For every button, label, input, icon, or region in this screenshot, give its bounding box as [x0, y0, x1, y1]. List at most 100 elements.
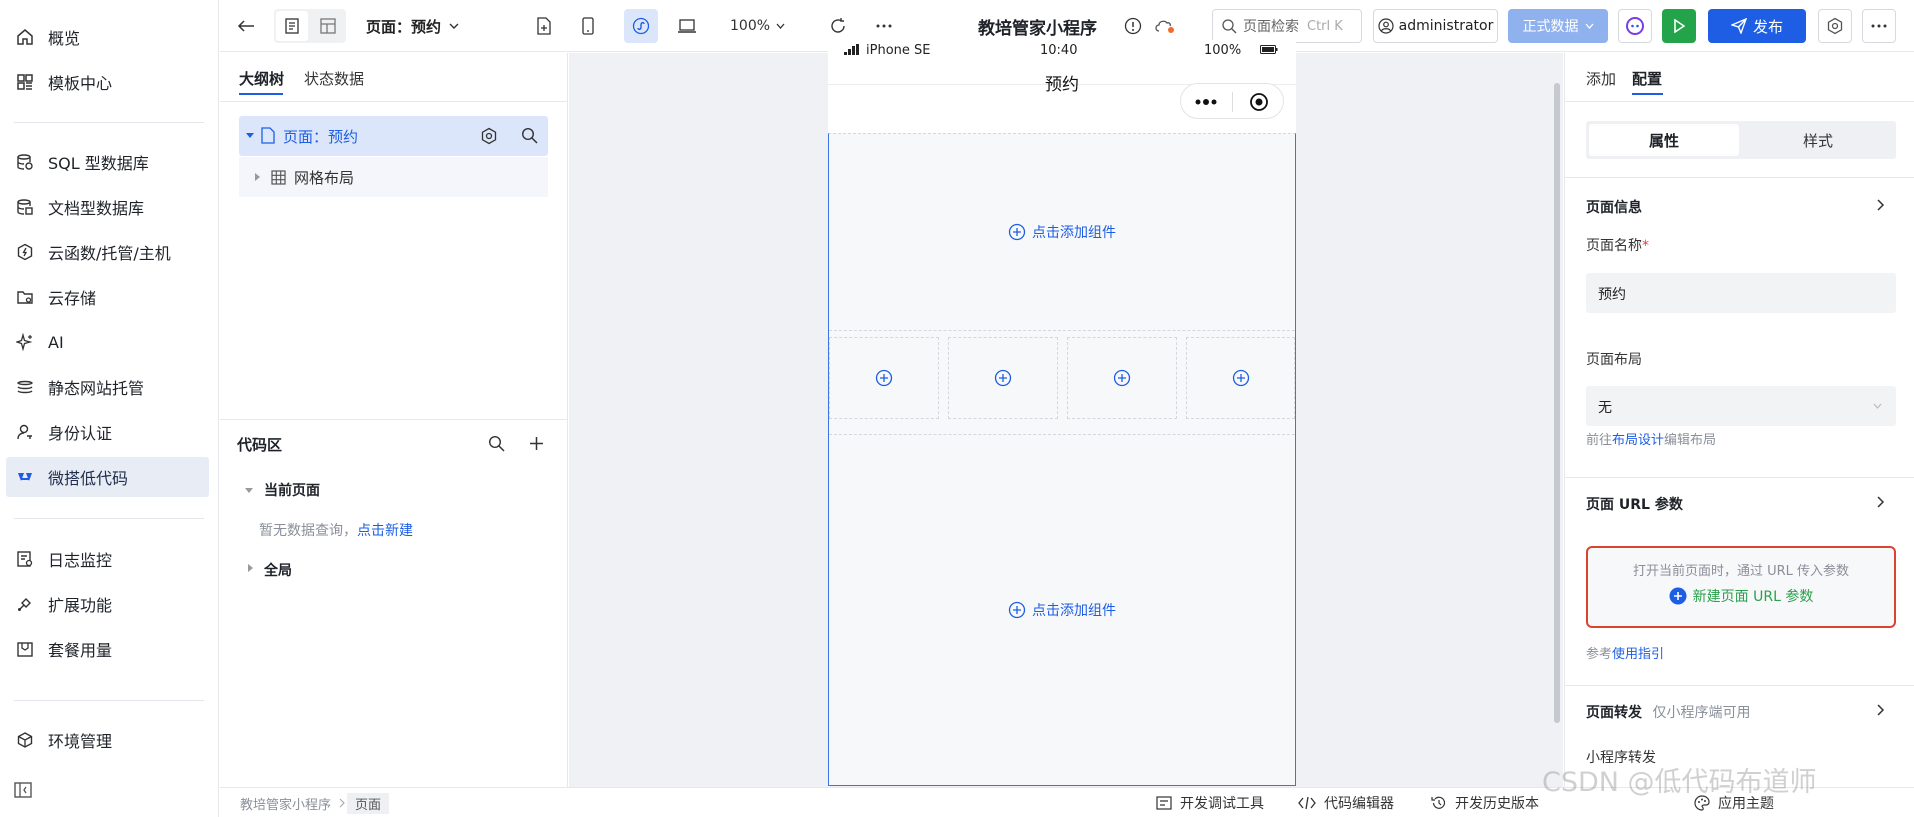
- grid-cell[interactable]: [1067, 337, 1177, 419]
- zoom-value: 100%: [730, 18, 771, 34]
- divider: [1232, 92, 1233, 112]
- page-name-label-text: 页面名称: [1586, 238, 1642, 254]
- history-button[interactable]: 开发历史版本: [1431, 793, 1539, 813]
- layout-view-icon[interactable]: [312, 11, 344, 41]
- tab-state-data[interactable]: 状态数据: [304, 68, 364, 89]
- code-editor-button[interactable]: 代码编辑器: [1298, 793, 1394, 813]
- add-icon[interactable]: [529, 436, 544, 451]
- page-select-label: 页面：预约: [366, 17, 442, 36]
- user-key-icon: [14, 421, 36, 443]
- caret-down-icon[interactable]: [245, 486, 253, 494]
- debug-console-icon: [1156, 796, 1172, 810]
- url-params-section[interactable]: 页面 URL 参数: [1586, 494, 1683, 514]
- mobile-device-icon[interactable]: [576, 14, 600, 38]
- sidebar-item-functions[interactable]: 云函数/托管/主机: [6, 232, 209, 272]
- page-select[interactable]: 页面：预约: [366, 14, 459, 38]
- layout-design-link[interactable]: 布局设计: [1612, 433, 1664, 448]
- tab-outline-tree[interactable]: 大纲树: [239, 68, 284, 89]
- sidebar-item-environment[interactable]: 环境管理: [6, 720, 209, 760]
- sidebar-item-sql-db[interactable]: SQL 型数据库: [6, 142, 209, 182]
- settings-icon[interactable]: [1818, 9, 1852, 43]
- chevron-right-icon[interactable]: [1877, 496, 1885, 508]
- zoom-select[interactable]: 100%: [730, 14, 785, 38]
- tab-add[interactable]: 添加: [1586, 68, 1616, 89]
- hexagon-icon: [14, 241, 36, 263]
- drop-zone-bottom[interactable]: 点击添加组件: [829, 435, 1295, 785]
- ai-assistant-icon[interactable]: [1618, 9, 1652, 43]
- sidebar-item-doc-db[interactable]: 文档型数据库: [6, 187, 209, 227]
- sidebar-item-ai[interactable]: AI: [6, 322, 209, 362]
- grid-cell[interactable]: [1186, 337, 1295, 419]
- tab-config[interactable]: 配置: [1632, 68, 1662, 89]
- capsule-menu[interactable]: [1180, 83, 1284, 119]
- caret-right-icon: [254, 173, 260, 181]
- current-page-section[interactable]: 当前页面: [264, 480, 320, 500]
- layout-hint: 前往布局设计编辑布局: [1586, 429, 1716, 448]
- settings-icon[interactable]: [480, 127, 498, 145]
- code-area-title: 代码区: [237, 436, 283, 454]
- sidebar-item-lowcode[interactable]: 微搭低代码: [6, 457, 209, 497]
- canvas-scrollbar[interactable]: [1554, 83, 1560, 723]
- divider: [1565, 101, 1914, 102]
- add-circle-icon: [1008, 223, 1026, 241]
- guide-prefix: 参考: [1586, 647, 1613, 662]
- new-page-icon[interactable]: [532, 14, 556, 38]
- close-capsule-icon[interactable]: [1249, 92, 1269, 112]
- refresh-icon[interactable]: [826, 14, 850, 38]
- preview-play-icon[interactable]: [1662, 9, 1696, 43]
- sidebar-item-extensions[interactable]: 扩展功能: [6, 584, 209, 624]
- chevron-right-icon[interactable]: [1877, 704, 1885, 716]
- breadcrumb-app[interactable]: 教培管家小程序: [234, 793, 337, 814]
- page-layout-select[interactable]: 无: [1586, 386, 1896, 426]
- search-icon[interactable]: [488, 435, 505, 452]
- grid-cell[interactable]: [948, 337, 1058, 419]
- page-search-input[interactable]: 页面检索 Ctrl K: [1212, 9, 1362, 43]
- sidebar-item-auth[interactable]: 身份认证: [6, 412, 209, 452]
- info-icon[interactable]: [1122, 14, 1144, 38]
- layout-hint-prefix: 前往: [1586, 433, 1613, 448]
- caret-right-icon[interactable]: [247, 564, 253, 572]
- back-arrow-icon[interactable]: [234, 14, 258, 38]
- sidebar-item-package[interactable]: 套餐用量: [6, 629, 209, 669]
- usage-guide-link[interactable]: 使用指引: [1612, 647, 1664, 662]
- segment-styles[interactable]: 样式: [1743, 124, 1893, 156]
- more-dots-icon[interactable]: [1195, 99, 1217, 105]
- tree-node-grid[interactable]: 网格布局: [239, 157, 548, 197]
- page-name-input[interactable]: 预约: [1586, 273, 1896, 313]
- desktop-device-icon[interactable]: [674, 14, 700, 38]
- sidebar-item-static-hosting[interactable]: 静态网站托管: [6, 367, 209, 407]
- sidebar-item-logs[interactable]: 日志监控: [6, 539, 209, 579]
- breadcrumb-page[interactable]: 页面: [347, 792, 390, 814]
- drop-zone-top[interactable]: 点击添加组件: [829, 134, 1295, 331]
- global-section[interactable]: 全局: [264, 560, 292, 580]
- sidebar-item-storage[interactable]: 云存储: [6, 277, 209, 317]
- user-button[interactable]: administrator: [1373, 9, 1498, 43]
- property-style-segment: 属性 样式: [1586, 121, 1896, 159]
- app-title: 教培管家小程序: [978, 18, 1097, 39]
- forward-section[interactable]: 页面转发 仅小程序端可用: [1586, 702, 1750, 722]
- new-url-param-button[interactable]: 新建页面 URL 参数: [1588, 586, 1894, 606]
- data-mode-select[interactable]: 正式数据: [1508, 9, 1608, 43]
- sidebar-item-label: 微搭低代码: [48, 469, 129, 488]
- debug-tools-button[interactable]: 开发调试工具: [1156, 793, 1264, 813]
- more-menu-icon[interactable]: [1862, 9, 1896, 43]
- search-icon[interactable]: [521, 127, 538, 144]
- more-icon[interactable]: [872, 14, 896, 38]
- page-info-section[interactable]: 页面信息: [1586, 197, 1642, 217]
- sidebar-item-templates[interactable]: 模板中心: [6, 62, 209, 102]
- publish-button[interactable]: 发布: [1708, 9, 1806, 43]
- cloud-sync-icon[interactable]: [1152, 14, 1178, 38]
- create-query-link[interactable]: 点击新建: [357, 523, 413, 539]
- add-circle-filled-icon: [1669, 587, 1687, 605]
- collapse-sidebar-icon[interactable]: [14, 782, 36, 802]
- outline-panel: 大纲树 状态数据 页面：预约 网格布局 代码区 当前页面 暂无数据查询，点击新建…: [220, 53, 568, 787]
- code-editor-label: 代码编辑器: [1324, 796, 1394, 812]
- history-clock-icon: [1431, 795, 1447, 811]
- chevron-right-icon[interactable]: [1877, 199, 1885, 211]
- miniprogram-device-icon[interactable]: [624, 9, 658, 43]
- page-view-icon[interactable]: [276, 11, 308, 41]
- segment-properties[interactable]: 属性: [1589, 124, 1739, 156]
- tree-node-page[interactable]: 页面：预约: [239, 116, 548, 156]
- sidebar-item-overview[interactable]: 概览: [6, 17, 209, 57]
- grid-cell[interactable]: [829, 337, 939, 419]
